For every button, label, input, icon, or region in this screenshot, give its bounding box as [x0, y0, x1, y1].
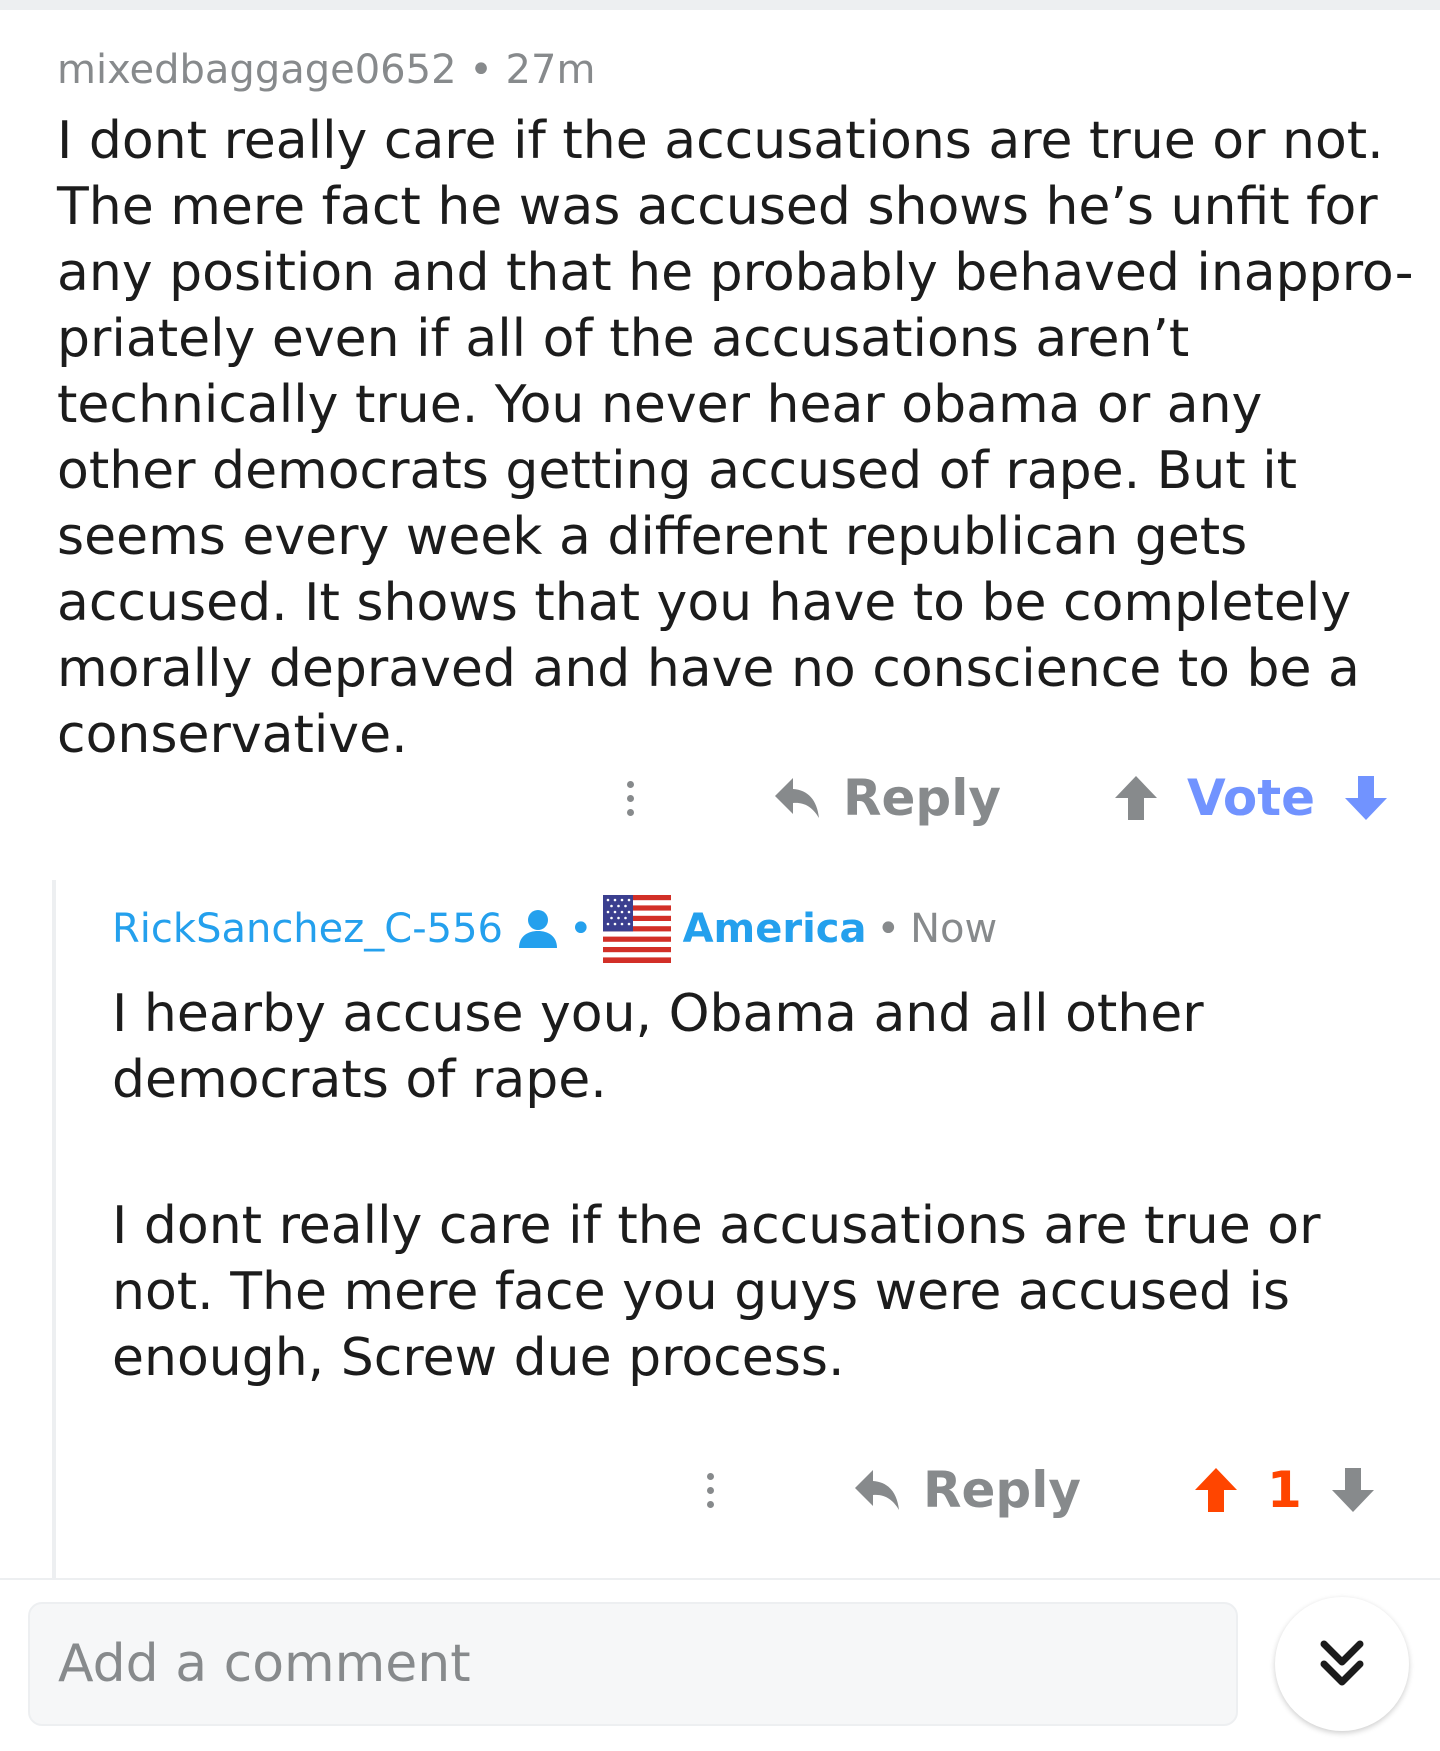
comment-age: 27m — [505, 47, 596, 93]
reply-arrow-icon — [855, 1470, 899, 1510]
vote-score: 1 — [1266, 1461, 1302, 1519]
jump-to-bottom-button[interactable] — [1275, 1597, 1409, 1731]
reply-button[interactable]: Reply — [853, 1461, 1081, 1519]
meta-separator: • — [876, 906, 901, 952]
kebab-vertical-icon[interactable] — [695, 1472, 725, 1508]
vote-control: 1 — [1193, 1461, 1376, 1519]
comment-text: I dont really care if the accusations ar… — [57, 111, 1414, 765]
meta-separator: • — [568, 906, 593, 952]
comment-composer — [0, 1578, 1440, 1751]
reply-label: Reply — [923, 1461, 1081, 1519]
top-divider — [0, 0, 1440, 10]
downvote-arrow-icon[interactable] — [1330, 1466, 1376, 1514]
upvote-arrow-icon[interactable] — [1193, 1466, 1239, 1514]
reply-comment-actions: Reply 1 — [695, 1450, 1376, 1530]
reply-body: I hearby accuse you, Obama and all other… — [112, 981, 1412, 1391]
comment-author[interactable]: mixedbaggage0652 — [57, 47, 457, 93]
vote-control: Vote — [1113, 769, 1389, 827]
vote-label: Vote — [1186, 769, 1316, 827]
comment-body: I dont really care if the accusations ar… — [57, 108, 1417, 768]
kebab-vertical-icon[interactable] — [615, 780, 645, 816]
meta-separator: • — [469, 47, 493, 93]
add-comment-input[interactable] — [28, 1602, 1238, 1726]
upvote-arrow-icon[interactable] — [1113, 774, 1159, 822]
us-flag-icon — [602, 895, 671, 963]
reply-paragraph: I dont really care if the accusations ar… — [112, 1196, 1321, 1388]
reply-button[interactable]: Reply — [773, 769, 1001, 827]
thread-line[interactable] — [52, 880, 56, 1580]
reply-age: Now — [910, 906, 998, 952]
comment-meta: mixedbaggage0652 • 27m — [57, 40, 1417, 100]
reply-meta: RickSanchez_C-556 • America • Now — [112, 895, 1412, 963]
user-icon — [518, 910, 557, 948]
parent-comment-actions: Reply Vote — [615, 758, 1389, 838]
reply-arrow-icon — [775, 778, 819, 818]
user-flair: America — [682, 906, 867, 952]
reply-comment: RickSanchez_C-556 • America • Now I hear… — [112, 895, 1412, 1391]
reply-label: Reply — [843, 769, 1001, 827]
double-chevron-down-icon — [1320, 1640, 1364, 1686]
parent-comment: mixedbaggage0652 • 27m I dont really car… — [57, 40, 1417, 768]
downvote-arrow-icon[interactable] — [1343, 774, 1389, 822]
reply-paragraph: I hearby accuse you, Obama and all other… — [112, 984, 1204, 1110]
reply-author[interactable]: RickSanchez_C-556 — [112, 899, 503, 959]
